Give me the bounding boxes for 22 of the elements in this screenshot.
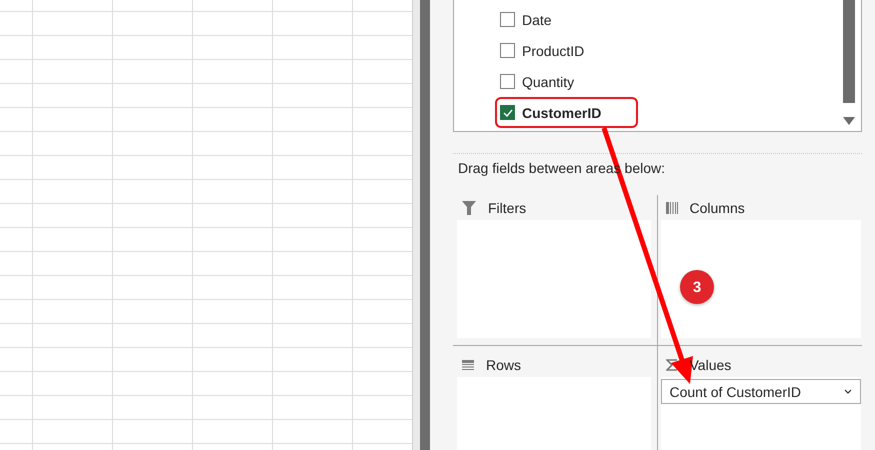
check-icon: [502, 108, 512, 116]
checkbox[interactable]: [500, 43, 515, 58]
field-label[interactable]: CustomerID: [522, 104, 602, 120]
scroll-down-icon[interactable]: [843, 117, 855, 125]
scrollbar-thumb[interactable]: [843, 0, 855, 103]
columns-icon: [666, 202, 678, 214]
rows-icon: [462, 360, 474, 370]
caret-icon: [844, 389, 852, 394]
checkbox[interactable]: [500, 12, 515, 27]
area-title: Columns: [690, 200, 745, 216]
field-label[interactable]: ProductID: [522, 42, 584, 58]
sigma-icon: [666, 358, 678, 370]
field-chip[interactable]: Count of CustomerID: [660, 379, 861, 404]
checkbox[interactable]: [500, 105, 515, 120]
area-title: Rows: [486, 356, 522, 372]
field-label[interactable]: Quantity: [522, 74, 574, 90]
drop-area[interactable]: [660, 220, 861, 338]
field-label[interactable]: Date: [522, 12, 552, 28]
area-title: Filters: [488, 200, 526, 216]
drop-area[interactable]: Count of CustomerID: [660, 377, 861, 450]
filter-icon: [462, 200, 476, 214]
checkbox[interactable]: [500, 74, 515, 89]
